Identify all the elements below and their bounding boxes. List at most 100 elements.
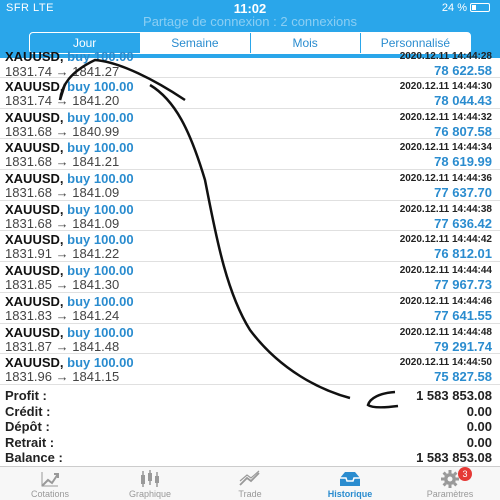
summary-row: Retrait : 0.00 — [0, 435, 500, 451]
trade-row[interactable]: XAUUSD, buy 100.00 1831.96 → 1841.15 2020.… — [0, 354, 500, 385]
trade-symbol: XAUUSD, buy 100.00 — [5, 263, 134, 278]
price-arrow: → — [55, 123, 69, 139]
cotations-icon — [0, 469, 100, 489]
close-price: 1841.15 — [72, 369, 120, 385]
gear-icon — [400, 469, 500, 489]
summary-value: 0.00 — [466, 434, 492, 450]
close-price: 1841.30 — [72, 277, 120, 293]
symbol-text: XAUUSD, — [5, 79, 64, 94]
price-arrow: → — [55, 93, 69, 108]
trade-side: buy 100.00 — [67, 201, 134, 217]
trade-side: buy 100.00 — [67, 79, 134, 94]
price-arrow: → — [55, 64, 69, 79]
summary-value: 0.00 — [466, 403, 492, 419]
trade-profit: 79 291.74 — [434, 338, 492, 354]
summary-value: 1 583 853.08 — [416, 450, 492, 465]
chart-icon — [100, 469, 200, 489]
trade-prices: 1831.74 → 1841.20 — [5, 93, 119, 108]
close-price: 1841.09 — [72, 215, 120, 231]
trade-date: 2020.12.11 14:44:46 — [399, 295, 492, 307]
close-price: 1840.99 — [72, 123, 120, 139]
tab-label: Graphique — [128, 489, 172, 499]
trade-row[interactable]: XAUUSD, buy 100.00 1831.68 → 1841.09 2020.… — [0, 170, 500, 201]
open-price: 1831.85 — [5, 277, 52, 293]
trade-date: 2020.12.11 14:44:50 — [399, 357, 492, 369]
summary-label: Dépôt : — [5, 419, 50, 434]
trade-symbol: XAUUSD, buy 100.00 — [5, 325, 134, 340]
trade-row[interactable]: XAUUSD, buy 100.00 1831.68 → 1841.21 2020.… — [0, 139, 500, 171]
trade-row[interactable]: XAUUSD, buy 100.00 1831.91 → 1841.22 2020.… — [0, 231, 500, 263]
notification-badge: 3 — [458, 467, 472, 481]
hotspot-banner: Partage de connexion : 2 connexions — [143, 14, 357, 29]
price-arrow: → — [55, 246, 69, 262]
trade-profit: 78 622.58 — [434, 63, 492, 78]
close-price: 1841.27 — [72, 64, 120, 79]
trade-row[interactable]: XAUUSD, buy 100.00 1831.87 → 1841.48 2020.… — [0, 324, 500, 355]
trade-date: 2020.12.11 14:44:44 — [399, 265, 492, 277]
trade-side: buy 100.00 — [67, 355, 134, 371]
tab-label: Historique — [327, 489, 373, 499]
tab-cotations[interactable]: Cotations — [0, 467, 100, 500]
summary-row: Profit : 1 583 853.08 — [0, 388, 500, 404]
trade-side: buy 100.00 — [67, 140, 134, 156]
tab-label: Cotations — [30, 489, 70, 499]
trade-side: buy 100.00 — [67, 263, 134, 279]
trade-row[interactable]: XAUUSD, buy 100.00 1831.74 → 1841.20 2020.… — [0, 78, 500, 109]
trade-date: 2020.12.11 14:44:32 — [399, 111, 492, 123]
summary-row: Balance : 1 583 853.08 — [0, 450, 500, 466]
tab-parametres[interactable]: 3 Paramètres — [400, 467, 500, 500]
trade-row[interactable]: XAUUSD, buy 100.00 1831.74 → 1841.27 2020.… — [0, 49, 500, 79]
history-icon — [300, 469, 400, 489]
trade-profit: 77 636.42 — [434, 215, 492, 231]
price-arrow: → — [55, 307, 69, 323]
trade-symbol: XAUUSD, buy 100.00 — [5, 140, 134, 155]
tab-historique[interactable]: Historique — [300, 467, 400, 500]
trade-prices: 1831.91 → 1841.22 — [5, 246, 119, 261]
close-price: 1841.48 — [72, 338, 120, 354]
trade-side: buy 100.00 — [67, 49, 134, 64]
tab-label: Trade — [238, 489, 262, 499]
segment-personnalise[interactable]: Personnalisé — [361, 33, 470, 53]
trade-symbol: XAUUSD, buy 100.00 — [5, 294, 134, 309]
summary-row: Dépôt : 0.00 — [0, 419, 500, 435]
symbol-text: XAUUSD, — [5, 109, 64, 125]
trade-date: 2020.12.11 14:44:38 — [399, 203, 492, 215]
open-price: 1831.96 — [5, 369, 52, 385]
trade-row[interactable]: XAUUSD, buy 100.00 1831.68 → 1841.09 2020.… — [0, 201, 500, 232]
symbol-text: XAUUSD, — [5, 49, 64, 64]
trade-row[interactable]: XAUUSD, buy 100.00 1831.68 → 1840.99 2020.… — [0, 109, 500, 140]
price-arrow: → — [55, 369, 69, 385]
trade-prices: 1831.74 → 1841.27 — [5, 64, 119, 79]
summary-label: Crédit : — [5, 403, 51, 419]
trade-profit: 76 807.58 — [434, 123, 492, 139]
trade-profit: 78 044.43 — [434, 93, 492, 108]
trade-date: 2020.12.11 14:44:42 — [399, 234, 492, 246]
open-price: 1831.83 — [5, 307, 52, 323]
summary-label: Balance : — [5, 450, 63, 465]
trade-profit: 76 812.01 — [434, 246, 492, 262]
segment-mois[interactable]: Mois — [251, 33, 361, 53]
close-price: 1841.20 — [72, 93, 120, 108]
open-price: 1831.74 — [5, 93, 52, 108]
trade-profit: 77 637.70 — [434, 185, 492, 201]
trade-prices: 1831.96 → 1841.15 — [5, 369, 119, 384]
trade-symbol: XAUUSD, buy 100.00 — [5, 232, 134, 247]
tab-trade[interactable]: Trade — [200, 467, 300, 500]
trade-row[interactable]: XAUUSD, buy 100.00 1831.85 → 1841.30 2020.… — [0, 262, 500, 293]
trade-row[interactable]: XAUUSD, buy 100.00 1831.83 → 1841.24 2020.… — [0, 293, 500, 324]
trade-side: buy 100.00 — [67, 293, 134, 309]
open-price: 1831.68 — [5, 215, 52, 231]
price-arrow: → — [55, 154, 69, 170]
trade-side: buy 100.00 — [67, 232, 134, 248]
trade-symbol: XAUUSD, buy 100.00 — [5, 202, 134, 217]
trade-profit: 75 827.58 — [434, 369, 492, 385]
tab-graphique[interactable]: Graphique — [100, 467, 200, 500]
trade-profit: 77 641.55 — [434, 307, 492, 323]
open-price: 1831.74 — [5, 64, 52, 79]
summary-label: Retrait : — [5, 434, 55, 450]
price-arrow: → — [55, 338, 69, 354]
segment-semaine[interactable]: Semaine — [140, 33, 251, 53]
trade-prices: 1831.85 → 1841.30 — [5, 277, 119, 292]
symbol-text: XAUUSD, — [5, 293, 64, 309]
symbol-text: XAUUSD, — [5, 324, 64, 340]
